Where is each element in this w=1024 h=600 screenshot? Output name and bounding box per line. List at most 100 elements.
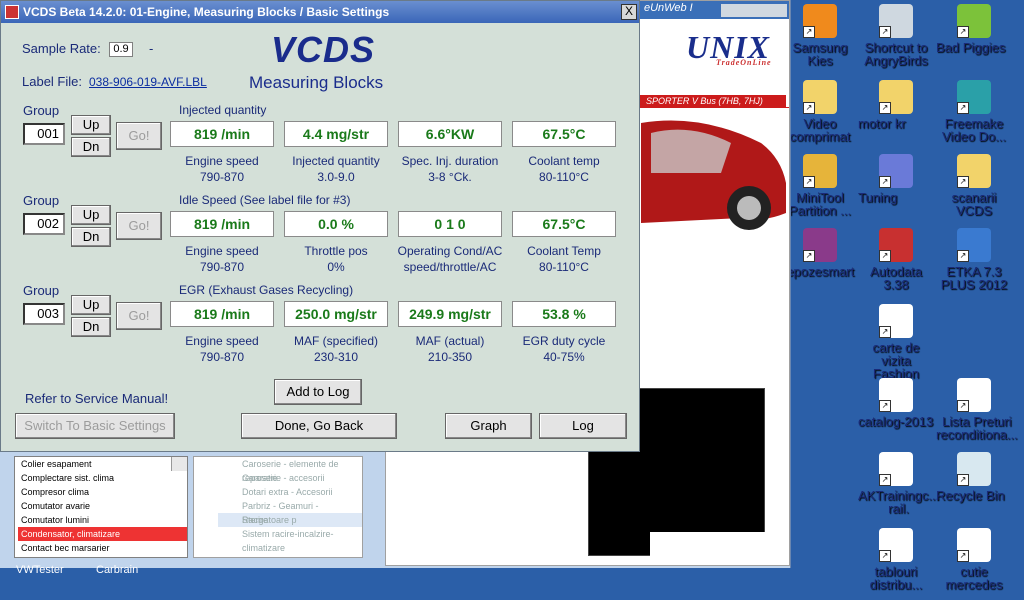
category-list-item[interactable]: Dotari extra - Accesorii — [218, 485, 362, 499]
desktop-icon-label: catalog-2013 — [858, 414, 934, 429]
desktop-icon[interactable]: ↗ Video comprimat — [782, 80, 858, 143]
log-button[interactable]: Log — [539, 413, 627, 439]
desktop-icon[interactable]: ↗ Autodata 3.38 — [858, 228, 934, 291]
desktop-icon[interactable]: ↗ MiniTool Partition ... — [782, 154, 858, 217]
desktop-icon[interactable]: ↗ cutie mercedes — [936, 528, 1012, 591]
group-number-input[interactable]: 002 — [23, 213, 65, 235]
group-number-input[interactable]: 003 — [23, 303, 65, 325]
measurement-range: 230-310 — [313, 350, 359, 364]
sample-rate-value: 0.9 — [109, 42, 133, 57]
desktop-icon[interactable]: ↗ scanarii VCDS — [936, 154, 1012, 217]
group-up-button[interactable]: Up — [71, 295, 111, 315]
pdf-icon: ↗ — [879, 378, 913, 412]
category-list-item[interactable]: Caroserie - accesorii — [218, 471, 362, 485]
word-doc-icon: ↗ — [957, 528, 991, 562]
desktop-icon[interactable]: ↗ AKTrainingc... rail. — [858, 452, 939, 515]
desktop-icon[interactable]: ↗ motor kr — [858, 80, 934, 130]
parts-list-item[interactable]: Complectare sist. clima — [18, 471, 187, 485]
desktop-icon[interactable]: ↗ Lista Preturi reconditiona... — [936, 378, 1018, 441]
measurement-name: EGR duty cycle — [522, 334, 606, 348]
measurement-value: 819 /min — [170, 121, 274, 147]
desktop-icon-label: Autodata 3.38 — [869, 264, 923, 292]
vehicle-banner[interactable]: SPORTER V Bus (7HB, 7HJ) — [640, 95, 786, 107]
done-go-back-button[interactable]: Done, Go Back — [241, 413, 397, 439]
desktop-icon[interactable]: ↗ repozesmart — [782, 228, 858, 278]
category-list-item[interactable]: Caroserie - elemente de reparatie — [218, 457, 362, 483]
sample-rate-dash: - — [149, 41, 154, 56]
shortcut-arrow-icon: ↗ — [879, 102, 891, 114]
shortcut-arrow-icon: ↗ — [803, 176, 815, 188]
parts-list-scrollbar[interactable] — [171, 457, 187, 471]
desktop-icon-label: Lista Preturi reconditiona... — [936, 414, 1018, 442]
parts-list-item[interactable]: Contact bec marsarier — [18, 541, 187, 555]
unix-logo: UNIX TradeOnLine — [686, 29, 772, 67]
group-down-button[interactable]: Dn — [71, 227, 111, 247]
close-button[interactable]: X — [621, 4, 637, 20]
measurement-range: 40-75% — [543, 350, 585, 364]
desktop-icon[interactable]: ↗ Freemake Video Do... — [936, 80, 1012, 143]
desktop-icon[interactable]: ↗ catalog-2013 — [858, 378, 934, 428]
parts-list-item[interactable]: Compresor clima — [18, 485, 187, 499]
taskbar-label-vwtester[interactable]: VWTester — [16, 564, 64, 576]
pdf-icon: ↗ — [957, 378, 991, 412]
measurement-caption: Throttle pos 0% — [276, 243, 396, 275]
desktop-icon[interactable]: ↗ tablouri distribu... — [858, 528, 934, 591]
group-up-button[interactable]: Up — [71, 205, 111, 225]
group-go-button[interactable]: Go! — [116, 212, 162, 240]
winrar-icon: ↗ — [803, 228, 837, 262]
measurement-caption: Injected quantity 3.0-9.0 — [276, 153, 396, 185]
desktop-icon-label: Freemake Video Do... — [941, 116, 1007, 144]
taskbar-label-carbrain[interactable]: Carbrain — [96, 564, 138, 576]
group-up-button[interactable]: Up — [71, 115, 111, 135]
group-go-button[interactable]: Go! — [116, 122, 162, 150]
desktop-icon-label: ETKA 7.3 PLUS 2012 — [940, 264, 1008, 292]
measurement-value: 819 /min — [170, 211, 274, 237]
measurement-name: Injected quantity — [292, 154, 380, 168]
parts-list[interactable]: Colier esapament Complectare sist. clima C… — [14, 456, 188, 558]
graph-button[interactable]: Graph — [445, 413, 532, 439]
measurement-value: 250.0 mg/str — [284, 301, 388, 327]
shortcut-arrow-icon: ↗ — [879, 550, 891, 562]
measurement-caption: Operating Cond/AC speed/throttle/AC — [390, 243, 510, 275]
web-toolbar-icons[interactable] — [721, 4, 787, 17]
desktop-icon-label: cutie mercedes — [945, 564, 1003, 592]
parts-list-item[interactable]: Comutator avarie — [18, 499, 187, 513]
shortcut-arrow-icon: ↗ — [957, 400, 969, 412]
measurement-caption: MAF (actual) 210-350 — [390, 333, 510, 365]
parts-list-item[interactable]: Condensator, climatizare — [18, 527, 187, 541]
category-list-item[interactable]: Parbriz - Geamuri - Stergatoare p — [218, 499, 362, 525]
sample-rate-label: Sample Rate: — [22, 41, 101, 56]
desktop-icon[interactable]: ↗ carte de vizita Fashion Story — [858, 304, 934, 393]
label-file-link[interactable]: 038-906-019-AVF.LBL — [89, 75, 207, 89]
panel-notch — [650, 532, 765, 556]
category-list[interactable]: Caroserie - elemente de reparatie Caroser… — [193, 456, 363, 558]
switch-basic-settings-button[interactable]: Switch To Basic Settings — [15, 413, 175, 439]
group-go-button[interactable]: Go! — [116, 302, 162, 330]
desktop-icon[interactable]: ↗ Samsung Kies — [782, 4, 858, 67]
group-down-button[interactable]: Dn — [71, 137, 111, 157]
measurement-caption: Spec. Inj. duration 3-8 °Ck. — [390, 153, 510, 185]
measurement-name: Coolant temp — [528, 154, 600, 168]
add-to-log-button[interactable]: Add to Log — [274, 379, 362, 405]
desktop-icon[interactable]: ↗ Shortcut to AngryBirds — [858, 4, 934, 67]
freemake-icon: ↗ — [957, 80, 991, 114]
group-down-button[interactable]: Dn — [71, 317, 111, 337]
parts-list-item[interactable]: Comutator lumini — [18, 513, 187, 527]
window-titlebar[interactable]: VCDS Beta 14.2.0: 01-Engine, Measuring B… — [1, 1, 639, 23]
minitool-icon: ↗ — [803, 154, 837, 188]
desktop-icon[interactable]: ↗ ETKA 7.3 PLUS 2012 — [936, 228, 1012, 291]
desktop-icon[interactable]: ↗ Bad Piggies — [936, 4, 1012, 54]
desktop-icon[interactable]: ↗ Recycle Bin — [936, 452, 1012, 502]
measurement-value: 67.5°C — [512, 211, 616, 237]
category-list-item[interactable]: Sistem racire-incalzire-climatizare — [218, 527, 362, 553]
measurement-caption: Engine speed 790-870 — [162, 333, 282, 365]
group-number-input[interactable]: 001 — [23, 123, 65, 145]
desktop-icon-label: Shortcut to AngryBirds — [864, 40, 928, 68]
parts-list-item[interactable]: Colier esapament — [18, 457, 187, 471]
group-title: EGR (Exhaust Gases Recycling) — [179, 283, 354, 297]
folder-icon: ↗ — [957, 154, 991, 188]
autodata-icon: ↗ — [879, 228, 913, 262]
globe-icon: ↗ — [957, 228, 991, 262]
measurement-value: 4.4 mg/str — [284, 121, 388, 147]
desktop-icon[interactable]: ↗ Tuning — [858, 154, 934, 204]
